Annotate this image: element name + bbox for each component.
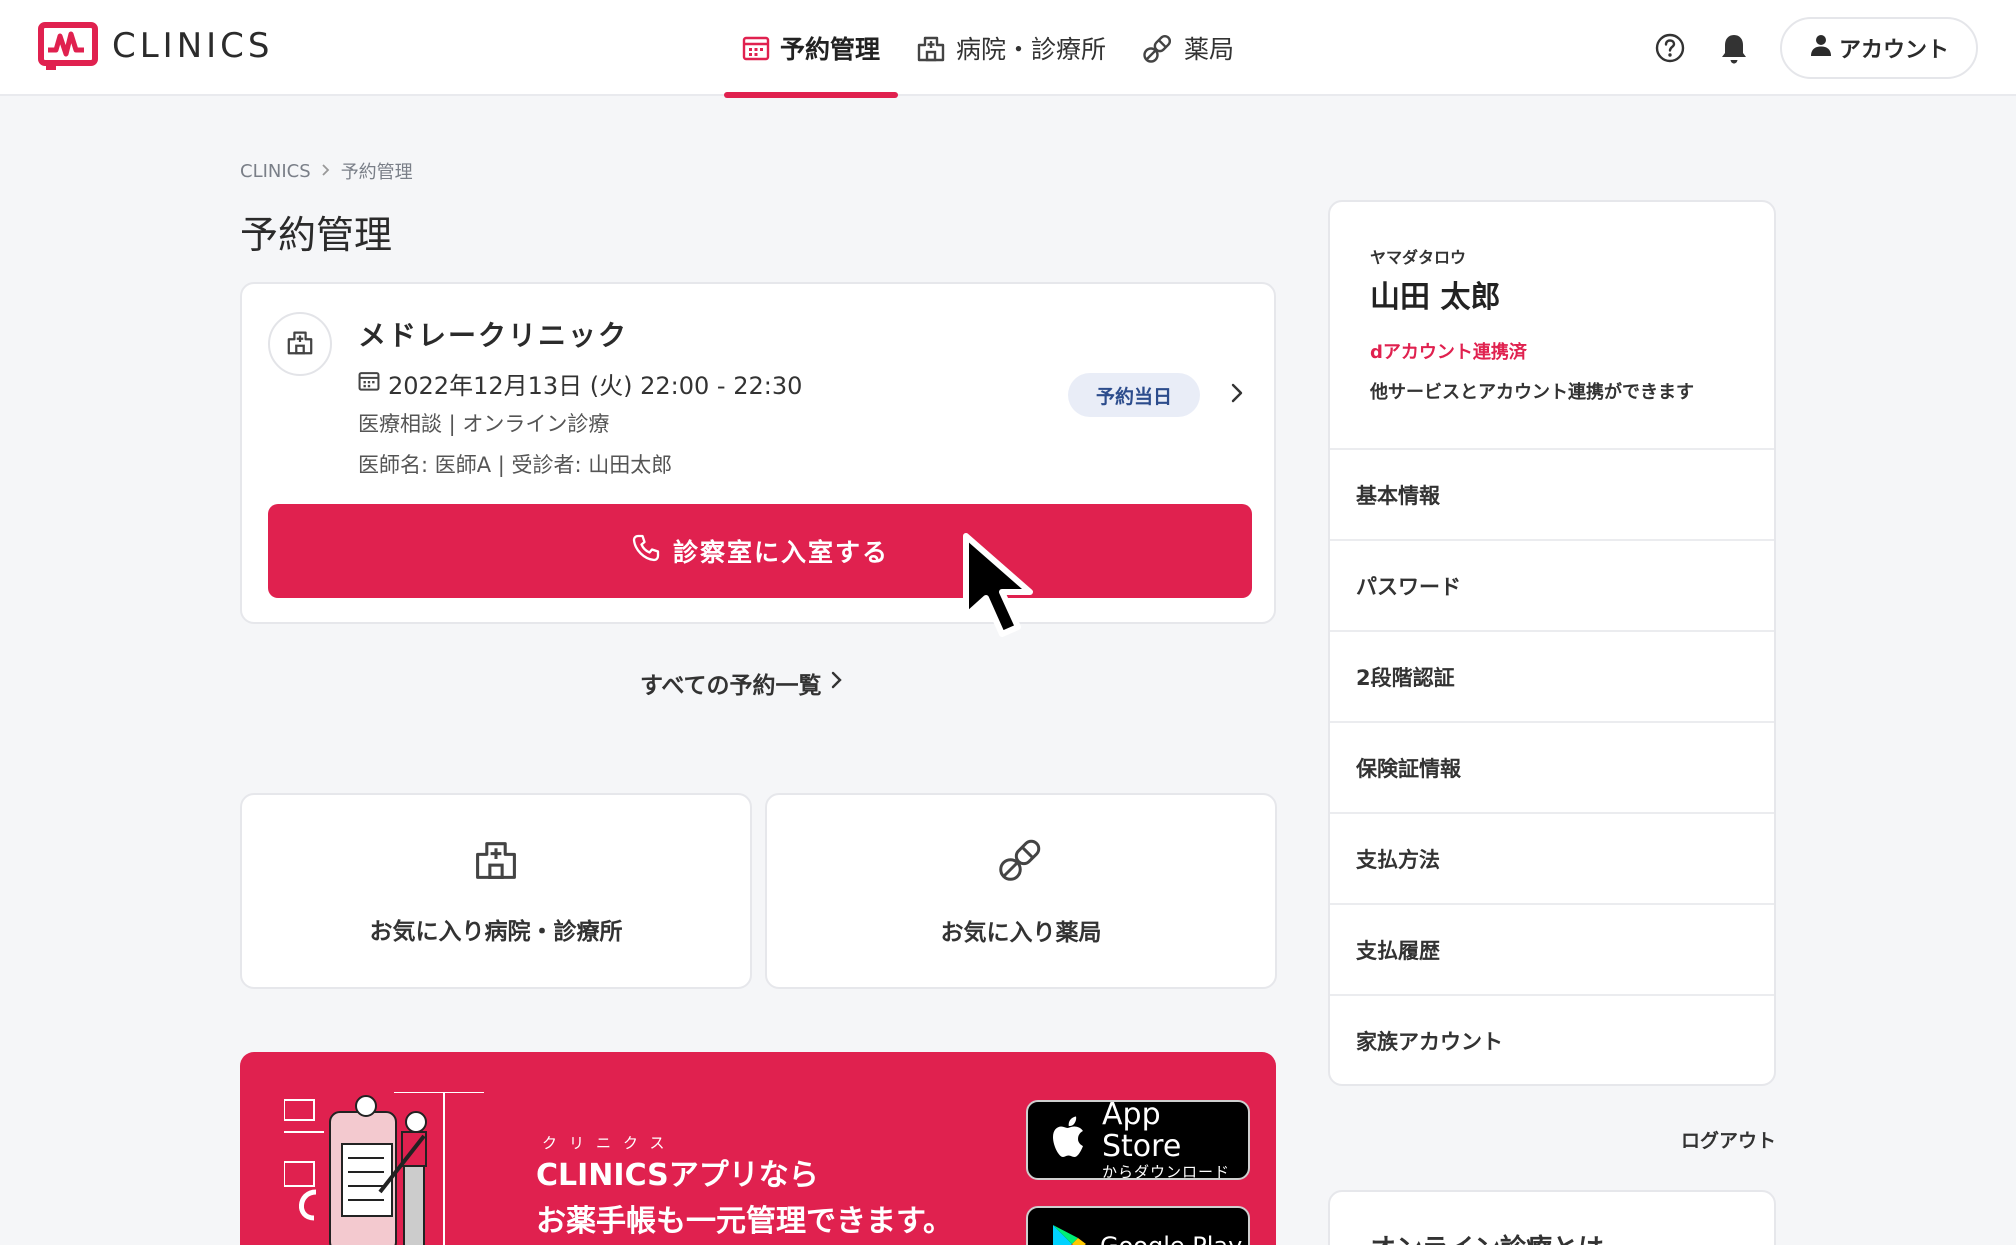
chevron-right-icon <box>831 670 843 696</box>
top-header: CLINICS 予約管理 病院・診療所 薬局 アカウント <box>0 0 2016 98</box>
d-account-status[interactable]: dアカウント連携済 <box>1370 338 1527 364</box>
apple-icon <box>1050 1115 1090 1165</box>
calendar-icon <box>742 34 770 62</box>
enter-exam-room-button[interactable]: 診察室に入室する <box>268 504 1252 598</box>
menu-password[interactable]: パスワード <box>1330 539 1774 630</box>
clinic-name: メドレークリニック <box>358 319 629 352</box>
app-store-text: App Store からダウンロード <box>1102 1097 1248 1182</box>
reservation-type: 医療相談 | オンライン診療 <box>358 412 610 436</box>
status-badge: 予約当日 <box>1068 373 1200 417</box>
menu-basic-info[interactable]: 基本情報 <box>1330 448 1774 539</box>
hospital-icon <box>916 33 946 63</box>
menu-insurance[interactable]: 保険証情報 <box>1330 721 1774 812</box>
datetime-text: 2022年12月13日 (火) 22:00 - 22:30 <box>388 372 803 400</box>
reservation-card[interactable]: メドレークリニック 2022年12月13日 (火) 22:00 - 22:30 … <box>240 282 1276 624</box>
clinics-logo-icon <box>38 22 98 70</box>
breadcrumb-root[interactable]: CLINICS <box>240 161 311 182</box>
all-reservations-label: すべての予約一覧 <box>640 673 822 699</box>
banner-line2: お薬手帳も一元管理できます。 <box>536 1204 953 1239</box>
online-consultation-card[interactable]: オンライン診療とは <box>1328 1190 1776 1245</box>
menu-family-account[interactable]: 家族アカウント <box>1330 994 1774 1085</box>
all-reservations-link[interactable]: すべての予約一覧 <box>640 666 843 700</box>
user-icon <box>1809 33 1833 63</box>
banner-line1: CLINICSアプリなら <box>536 1158 819 1193</box>
clinic-avatar <box>268 312 332 376</box>
chevron-right-icon[interactable] <box>1230 382 1244 408</box>
phone-icon <box>631 533 661 569</box>
user-name: 山田 太郎 <box>1370 280 1501 315</box>
app-promo-banner[interactable]: クリニクス CLINICSアプリなら お薬手帳も一元管理できます。 App St… <box>240 1052 1276 1245</box>
logo-text: CLINICS <box>112 26 274 66</box>
logout-link[interactable]: ログアウト <box>1660 1126 1776 1153</box>
nav-label: 薬局 <box>1184 35 1235 64</box>
help-icon[interactable] <box>1654 32 1686 68</box>
online-consultation-title: オンライン診療とは <box>1370 1228 1604 1245</box>
bell-icon[interactable] <box>1718 32 1750 70</box>
doctor-illustration-icon <box>283 1091 504 1245</box>
nav-label: 病院・診療所 <box>956 35 1107 64</box>
account-label: アカウント <box>1838 38 1949 63</box>
app-store-main: App Store <box>1102 1097 1182 1164</box>
account-menu: 基本情報 パスワード 2段階認証 保険証情報 支払方法 支払履歴 家族アカウント <box>1330 448 1774 1085</box>
google-play-main: Google Play <box>1100 1230 1242 1245</box>
mouse-cursor-icon <box>962 532 1052 648</box>
page-title: 予約管理 <box>240 213 393 257</box>
enter-button-label: 診察室に入室する <box>672 538 889 567</box>
breadcrumb: CLINICS 予約管理 <box>240 158 413 184</box>
nav-pharmacies[interactable]: 薬局 <box>1124 0 1252 96</box>
calendar-icon <box>358 370 380 398</box>
chevron-right-icon <box>321 161 331 182</box>
nav-hospitals[interactable]: 病院・診療所 <box>898 0 1124 96</box>
hospital-icon <box>286 328 314 360</box>
d-account-description: 他サービスとアカウント連携ができます <box>1370 382 1694 403</box>
clinics-logo[interactable]: CLINICS <box>38 22 274 70</box>
favorite-pharmacies-label: お気に入り薬局 <box>940 920 1102 946</box>
menu-two-factor[interactable]: 2段階認証 <box>1330 630 1774 721</box>
app-store-sub: からダウンロード <box>1102 1163 1231 1181</box>
pill-icon <box>1142 32 1174 64</box>
pill-icon <box>997 835 1045 887</box>
favorite-pharmacies-card[interactable]: お気に入り薬局 <box>765 793 1277 989</box>
account-sidebar: ヤマダタロウ 山田 太郎 dアカウント連携済 他サービスとアカウント連携ができま… <box>1328 200 1776 1086</box>
favorite-clinics-label: お気に入り病院・診療所 <box>369 919 623 945</box>
breadcrumb-current: 予約管理 <box>340 162 413 183</box>
nav-label: 予約管理 <box>780 35 881 64</box>
google-play-button[interactable]: Google Play <box>1026 1206 1250 1245</box>
reservation-datetime: 2022年12月13日 (火) 22:00 - 22:30 <box>358 366 802 401</box>
main-nav: 予約管理 病院・診療所 薬局 <box>724 0 1252 98</box>
menu-payment-method[interactable]: 支払方法 <box>1330 812 1774 903</box>
account-button[interactable]: アカウント <box>1780 17 1978 79</box>
hospital-icon <box>473 836 519 886</box>
google-play-icon <box>1050 1223 1088 1245</box>
reservation-doctor: 医師名: 医師A | 受診者: 山田太郎 <box>358 453 673 477</box>
user-name-kana: ヤマダタロウ <box>1370 248 1467 267</box>
app-store-button[interactable]: App Store からダウンロード <box>1026 1097 1250 1182</box>
favorite-clinics-card[interactable]: お気に入り病院・診療所 <box>240 793 752 989</box>
nav-reservations[interactable]: 予約管理 <box>724 0 899 98</box>
menu-payment-history[interactable]: 支払履歴 <box>1330 903 1774 994</box>
